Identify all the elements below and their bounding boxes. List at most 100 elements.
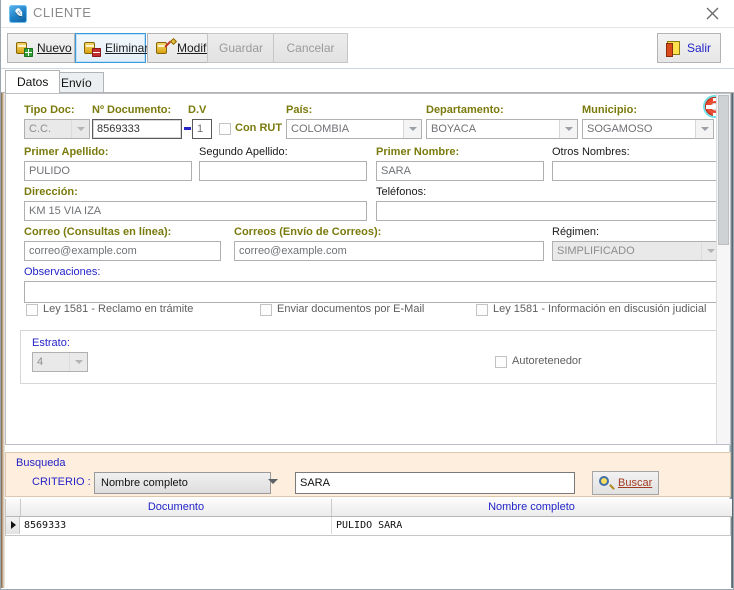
ley-1581-reclamo-checkbox[interactable] xyxy=(26,304,38,316)
primer-nombre-input[interactable]: SARA xyxy=(376,161,544,181)
toolbar: Nuevo Eliminar Modificar Guardar Cancela… xyxy=(1,28,734,69)
row-indicator-icon xyxy=(6,517,20,534)
busqueda-panel: Busqueda CRITERIO : Nombre completo SARA… xyxy=(5,452,731,497)
municipio-value: SOGAMOSO xyxy=(587,123,653,135)
buscar-button[interactable]: Buscar xyxy=(592,471,659,495)
primer-nombre-value: SARA xyxy=(381,165,411,177)
observaciones-label: Observaciones: xyxy=(24,266,101,278)
autoretenedor-checkbox[interactable] xyxy=(495,356,507,368)
tab-strip: Datos Envío xyxy=(1,69,734,93)
form-vertical-scrollbar[interactable] xyxy=(716,94,730,444)
estrato-label: Estrato: xyxy=(32,337,70,349)
salir-button-label: Salir xyxy=(687,41,712,55)
nuevo-button[interactable]: Nuevo xyxy=(7,33,75,63)
num-documento-label: Nº Documento: xyxy=(92,104,172,116)
num-documento-value: 8569333 xyxy=(97,123,140,135)
enviar-documentos-email-checkbox[interactable] xyxy=(260,304,272,316)
criterio-select[interactable]: Nombre completo xyxy=(94,472,278,494)
segundo-apellido-input[interactable] xyxy=(199,161,367,181)
dv-label: D.V xyxy=(188,104,207,116)
criterio-value: Nombre completo xyxy=(101,477,188,489)
salir-button[interactable]: Salir xyxy=(657,33,721,63)
departamento-label: Departamento: xyxy=(426,104,504,116)
tab-datos-label: Datos xyxy=(17,75,49,89)
primer-apellido-value: PULIDO xyxy=(29,165,70,177)
close-icon[interactable] xyxy=(695,2,729,24)
con-rut-checkbox[interactable] xyxy=(219,123,231,135)
segundo-apellido-label: Segundo Apellido: xyxy=(199,146,288,158)
grid-header-documento[interactable]: Documento xyxy=(21,499,331,516)
otros-nombres-label: Otros Nombres: xyxy=(552,146,630,158)
pais-select[interactable]: COLOMBIA xyxy=(286,119,422,139)
row-nombre: PULIDO SARA xyxy=(336,520,403,531)
guardar-button-label: Guardar xyxy=(218,41,264,55)
chevron-down-icon xyxy=(695,120,713,138)
correos-envio-input[interactable]: correo@example.com xyxy=(234,241,544,261)
estrato-group-box: Estrato: 4 Autoretenedor xyxy=(20,330,718,384)
search-query-value: SARA xyxy=(300,477,330,489)
grid-header: Documento Nombre completo xyxy=(6,499,732,517)
estrato-value: 4 xyxy=(37,356,44,368)
chevron-down-icon xyxy=(403,120,421,138)
ley-1581-discusion-label: Ley 1581 - Información en discusión judi… xyxy=(493,303,707,315)
telefonos-input[interactable] xyxy=(376,201,720,221)
cancelar-button-label: Cancelar xyxy=(286,41,335,55)
direccion-value: KM 15 VIA IZA xyxy=(29,205,102,217)
direccion-input[interactable]: KM 15 VIA IZA xyxy=(24,201,367,221)
primer-apellido-input[interactable]: PULIDO xyxy=(24,161,192,181)
datos-form-panel: Tipo Doc: Nº Documento: D.V País: Depart… xyxy=(5,93,731,445)
eliminar-button[interactable]: Eliminar xyxy=(75,33,148,63)
scrollbar-thumb[interactable] xyxy=(718,95,729,245)
num-documento-input[interactable]: 8569333 xyxy=(92,119,182,139)
regimen-select[interactable]: SIMPLIFICADO xyxy=(552,241,720,261)
telefonos-label: Teléfonos: xyxy=(376,186,427,198)
grid-cell-separator xyxy=(331,517,332,534)
chevron-down-icon xyxy=(69,353,87,371)
new-record-icon xyxy=(16,40,33,57)
criterio-label: CRITERIO : xyxy=(32,476,91,488)
primer-nombre-label: Primer Nombre: xyxy=(376,146,460,158)
regimen-value: SIMPLIFICADO xyxy=(557,245,635,257)
departamento-select[interactable]: BOYACA xyxy=(426,119,578,139)
observaciones-input[interactable] xyxy=(24,281,720,303)
edit-record-icon xyxy=(156,40,172,56)
tipo-doc-select[interactable]: C.C. xyxy=(24,119,90,139)
estrato-select[interactable]: 4 xyxy=(32,352,88,372)
grid-header-nombre[interactable]: Nombre completo xyxy=(332,499,731,516)
municipio-select[interactable]: SOGAMOSO xyxy=(582,119,714,139)
pais-label: País: xyxy=(286,104,313,116)
autoretenedor-label: Autoretenedor xyxy=(512,355,582,367)
correo-consultas-value: correo@example.com xyxy=(29,245,137,257)
window-title: CLIENTE xyxy=(33,5,92,20)
municipio-label: Municipio: xyxy=(582,104,637,116)
dash-separator xyxy=(184,127,191,130)
ley-1581-discusion-checkbox[interactable] xyxy=(476,304,488,316)
exit-door-icon xyxy=(666,40,682,57)
primer-apellido-label: Primer Apellido: xyxy=(24,146,109,158)
tipo-doc-value: C.C. xyxy=(29,123,51,135)
cliente-window: ✎ CLIENTE Nuevo Eliminar Modificar Guard… xyxy=(0,0,734,590)
search-input[interactable]: SARA xyxy=(295,472,575,494)
correos-envio-value: correo@example.com xyxy=(239,245,347,257)
correos-envio-label: Correos (Envío de Correos): xyxy=(234,226,382,238)
chevron-down-icon xyxy=(71,120,89,138)
ley-1581-reclamo-label: Ley 1581 - Reclamo en trámite xyxy=(43,303,194,315)
tab-envio-label: Envío xyxy=(61,76,92,90)
buscar-button-label: Buscar xyxy=(618,477,653,489)
departamento-value: BOYACA xyxy=(431,123,477,135)
enviar-documentos-email-label: Enviar documentos por E-Mail xyxy=(277,303,425,315)
magnifier-icon xyxy=(598,475,614,491)
dv-input[interactable]: 1 xyxy=(192,119,212,139)
pais-value: COLOMBIA xyxy=(291,123,350,135)
tipo-doc-label: Tipo Doc: xyxy=(24,104,75,116)
regimen-label: Régimen: xyxy=(552,226,600,238)
correo-consultas-input[interactable]: correo@example.com xyxy=(24,241,221,261)
direccion-label: Dirección: xyxy=(24,186,78,198)
tab-underline xyxy=(1,92,734,93)
table-row[interactable]: 8569333 PULIDO SARA xyxy=(6,517,732,534)
delete-record-icon xyxy=(84,40,101,57)
otros-nombres-input[interactable] xyxy=(552,161,720,181)
tab-datos[interactable]: Datos xyxy=(5,70,61,93)
correo-consultas-label: Correo (Consultas en línea): xyxy=(24,226,172,238)
guardar-button: Guardar xyxy=(207,33,275,63)
